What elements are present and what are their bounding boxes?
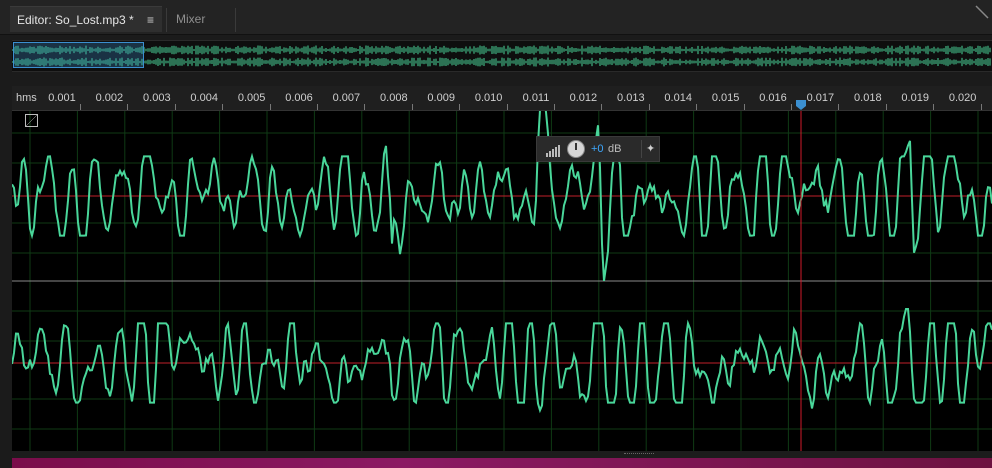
ruler-tick-label: 0.019 [901, 92, 929, 104]
tab-separator [166, 8, 167, 32]
ruler-tick-mark [933, 104, 935, 110]
time-ruler[interactable]: hms 0.001 0.002 0.003 0.004 0.005 0.006 0.007 0… [12, 86, 992, 111]
ruler-tick-mark [791, 104, 792, 110]
left-scroll-strip [0, 111, 12, 451]
ruler-tick-label: 0.002 [95, 92, 124, 104]
overview-viewport-handle[interactable] [13, 42, 144, 68]
ruler-tick-label: 0.018 [854, 92, 882, 104]
tab-separator [235, 8, 236, 32]
ruler-tick-mark [838, 104, 840, 110]
tab-mixer-label: Mixer [176, 12, 206, 26]
channel2-waveform [12, 308, 992, 414]
ruler-tick-label: 0.010 [474, 92, 503, 104]
ruler-tick-mark [80, 104, 81, 110]
spectral-toggle-icon[interactable] [25, 114, 38, 127]
ruler-tick-label: 0.004 [190, 92, 218, 104]
tab-bar: Editor: So_Lost.mp3 * ≡ Mixer [0, 0, 992, 35]
hud-divider [641, 140, 642, 158]
tab-editor-label: Editor: So_Lost.mp3 * [17, 13, 134, 27]
ruler-tick-label: 0.017 [806, 92, 835, 104]
overview-waveform-svg [11, 45, 991, 67]
ruler-tick-mark [222, 104, 224, 110]
gain-unit: dB [608, 143, 622, 155]
ruler-tick-label: 0.007 [332, 92, 361, 104]
ruler-tick-mark [980, 104, 982, 110]
ruler-tick-mark [459, 104, 461, 110]
tab-menu-icon[interactable]: ≡ [147, 7, 154, 33]
waveform-display[interactable] [12, 111, 992, 451]
ruler-tick-label: 0.005 [237, 92, 266, 104]
ruler-tick-label: 0.012 [569, 92, 598, 104]
ruler-tick-label: 0.020 [948, 92, 977, 104]
level-meter-icon [546, 145, 560, 157]
ruler-unit-label: hms [16, 92, 37, 104]
ruler-tick-mark [506, 104, 508, 110]
pin-icon[interactable]: ✦ [646, 142, 655, 155]
playhead-handle[interactable] [796, 100, 806, 110]
ruler-tick-mark [411, 104, 413, 110]
ruler-tick-label: 0.016 [759, 92, 787, 104]
ruler-tick-mark [601, 104, 603, 110]
gain-value[interactable]: +0 [591, 143, 604, 155]
ruler-tick-label: 0.014 [664, 92, 692, 104]
bottom-panel [12, 451, 992, 468]
ruler-tick-mark [174, 104, 176, 110]
ruler-tick-mark [127, 104, 129, 110]
panel-corner-icon [975, 5, 989, 19]
ruler-tick-mark [885, 104, 887, 110]
ruler-tick-label: 0.013 [617, 92, 645, 104]
ruler-tick-label: 0.011 [522, 92, 550, 104]
overview-waveform[interactable] [11, 40, 992, 72]
ruler-tick-label: 0.008 [380, 92, 408, 104]
ruler-tick-label: 0.006 [285, 92, 313, 104]
ruler-tick-mark [743, 104, 745, 110]
hud-gain-control: +0 dB ✦ [536, 136, 660, 162]
tab-mixer[interactable]: Mixer [176, 6, 205, 32]
ruler-tick-label: 0.003 [143, 92, 171, 104]
ruler-tick-mark [269, 104, 271, 110]
ruler-tick-label: 0.009 [427, 92, 455, 104]
volume-knob-icon[interactable] [567, 140, 585, 158]
waveform-svg [12, 111, 992, 451]
tab-editor[interactable]: Editor: So_Lost.mp3 * ≡ [10, 6, 162, 32]
ruler-tick-label: 0.001 [48, 92, 76, 104]
ruler-tick-mark [648, 104, 650, 110]
ruler-tick-label: 0.015 [711, 92, 740, 104]
ruler-tick-mark [317, 104, 318, 110]
spectral-preview-strip [12, 458, 992, 468]
ruler-tick-mark [554, 104, 555, 110]
ruler-tick-mark [364, 104, 366, 110]
ruler-tick-mark [696, 104, 698, 110]
